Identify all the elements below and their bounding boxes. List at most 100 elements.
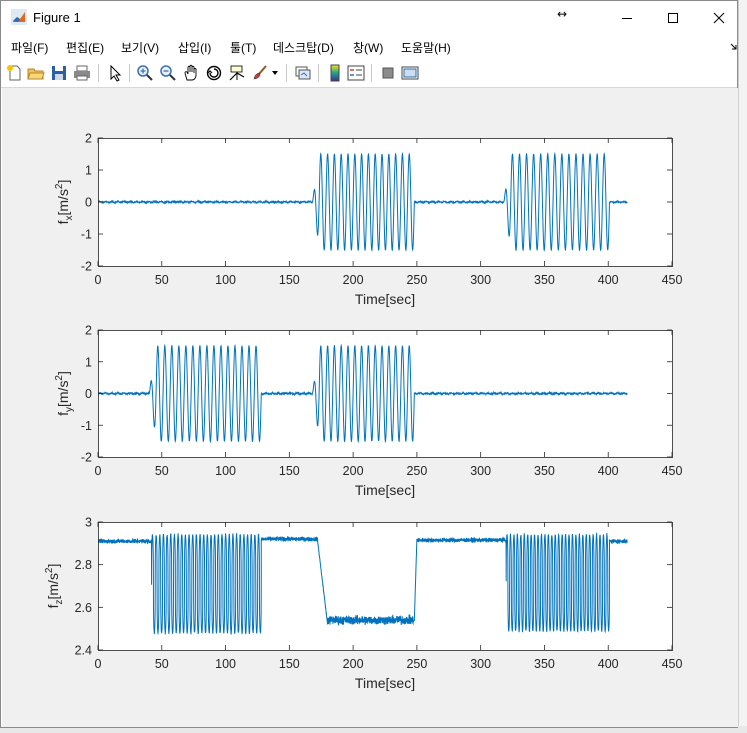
brush-icon[interactable]	[251, 64, 269, 82]
y-tick-label: 2.8	[75, 558, 92, 572]
x-tick-label: 50	[155, 657, 169, 671]
y-tick-label: 2.4	[75, 644, 92, 658]
x-tick-label: 100	[215, 464, 236, 478]
menu-help[interactable]: 도움말(H)	[401, 39, 451, 56]
y-tick-label: 1	[85, 355, 92, 369]
x-axis-label: Time[sec]	[355, 675, 415, 691]
x-tick-label: 400	[598, 657, 619, 671]
toolbar-separator	[98, 64, 99, 82]
brush-dropdown-icon[interactable]	[272, 71, 278, 76]
menu-view[interactable]: 보기(V)	[121, 39, 159, 56]
y-tick-label: -2	[81, 451, 92, 465]
menu-file[interactable]: 파일(F)	[11, 39, 48, 56]
x-tick-label: 200	[343, 464, 364, 478]
subplot-1[interactable]: 0 50 100 150 200 250 300 350 400 450 2 1 0 -1 -2 Time[s…	[54, 132, 682, 308]
y-tick-label: 2.6	[75, 601, 92, 615]
x-tick-label: 50	[155, 464, 169, 478]
x-tick-label: 300	[470, 657, 491, 671]
rotate-3d-icon[interactable]	[205, 64, 223, 82]
y-tick-label: 0	[85, 196, 92, 210]
dock-arrow-icon[interactable]	[730, 43, 738, 51]
x-tick-label: 250	[406, 657, 427, 671]
x-tick-label: 100	[215, 273, 236, 287]
maximize-button[interactable]	[650, 1, 696, 35]
close-icon	[713, 12, 725, 24]
background-desktop	[738, 0, 747, 733]
close-button[interactable]	[696, 1, 742, 35]
menu-desktop[interactable]: 데스크탑(D)	[273, 39, 334, 56]
x-tick-label: 150	[279, 273, 300, 287]
new-figure-icon[interactable]	[6, 64, 24, 82]
x-tick-label: 450	[662, 464, 683, 478]
y-axis-label: fz[m/s2]	[44, 564, 65, 609]
colorbar-icon[interactable]	[326, 64, 344, 82]
x-tick-label: 0	[95, 464, 102, 478]
y-tick-label: 2	[85, 132, 92, 146]
pan-hand-icon[interactable]	[182, 64, 200, 82]
x-tick-label: 450	[662, 657, 683, 671]
y-tick-label: -1	[81, 419, 92, 433]
menu-bar: 파일(F) 편집(E) 보기(V) 삽입(I) 툴(T) 데스크탑(D) 창(W…	[1, 35, 737, 59]
x-tick-label: 350	[534, 657, 555, 671]
plots-svg: 0 50 100 150 200 250 300 350 400 450210-1-2Time[s…	[44, 132, 682, 692]
minimize-button[interactable]	[604, 1, 650, 35]
open-file-icon[interactable]	[27, 64, 45, 82]
x-tick-label: 400	[598, 464, 619, 478]
y-tick-label: 0	[85, 387, 92, 401]
menu-window[interactable]: 창(W)	[353, 39, 383, 56]
window-title: Figure 1	[33, 10, 81, 25]
link-plot-icon[interactable]	[294, 64, 312, 82]
menu-edit[interactable]: 편집(E)	[66, 39, 104, 56]
menu-insert[interactable]: 삽입(I)	[178, 39, 211, 56]
zoom-out-icon[interactable]	[159, 64, 177, 82]
select-arrow-icon[interactable]	[106, 64, 124, 82]
toolbar-separator	[318, 64, 319, 82]
toolbar-separator	[371, 64, 372, 82]
figure-canvas: 0 50 100 150 200 250 300 350 400 450 2 1 0 -1 -2 Time[s…	[2, 88, 738, 727]
toolbar	[1, 59, 737, 88]
x-tick-label: 250	[406, 464, 427, 478]
show-plot-tools-icon[interactable]	[401, 64, 419, 82]
figure-window: Figure 1 ↔ 파일(F) 편집(E) 보기(V) 삽입(I) 툴(T) …	[0, 0, 738, 728]
x-tick-label: 100	[215, 657, 236, 671]
x-tick-label: 300	[470, 273, 491, 287]
x-tick-label: 0	[95, 273, 102, 287]
matlab-logo-icon	[11, 9, 27, 25]
toolbar-separator	[286, 64, 287, 82]
minimize-icon	[622, 18, 632, 19]
y-tick-label: 2	[85, 324, 92, 338]
resize-cursor-icon: ↔	[557, 7, 568, 21]
subplot-2[interactable]: 0 50 100 150 200 250 300 350 400 450 2 1 0 -1 -2 Time[s…	[54, 324, 682, 499]
x-tick-label: 0	[95, 657, 102, 671]
x-tick-label: 150	[279, 657, 300, 671]
menu-tools[interactable]: 툴(T)	[230, 39, 256, 56]
x-tick-label: 350	[534, 273, 555, 287]
y-tick-label: -1	[81, 228, 92, 242]
x-axis-label: Time[sec]	[355, 482, 415, 498]
x-axis-label: Time[sec]	[355, 291, 415, 307]
y-axis-label: fy[m/s2]	[54, 371, 75, 416]
save-icon[interactable]	[50, 64, 68, 82]
x-tick-label: 450	[662, 273, 683, 287]
x-tick-label: 150	[279, 464, 300, 478]
print-icon[interactable]	[73, 64, 91, 82]
x-tick-label: 200	[343, 657, 364, 671]
x-tick-label: 400	[598, 273, 619, 287]
data-cursor-icon[interactable]	[228, 64, 246, 82]
maximize-icon	[668, 13, 678, 23]
legend-icon[interactable]	[347, 64, 365, 82]
zoom-in-icon[interactable]	[136, 64, 154, 82]
x-tick-label: 200	[343, 273, 364, 287]
title-bar[interactable]: Figure 1 ↔	[1, 1, 737, 35]
subplot-3[interactable]: 0 50 100 150 200 250 300 350 400 450 3 2.8 2.6 2.4 Tim…	[44, 516, 682, 692]
y-tick-label: -2	[81, 260, 92, 274]
x-tick-label: 300	[470, 464, 491, 478]
y-tick-label: 1	[85, 164, 92, 178]
x-tick-label: 350	[534, 464, 555, 478]
y-tick-label: 3	[85, 516, 92, 530]
y-axis-label: fx[m/s2]	[54, 180, 75, 225]
hide-plot-tools-icon[interactable]	[379, 64, 397, 82]
x-tick-label: 50	[155, 273, 169, 287]
toolbar-separator	[129, 64, 130, 82]
x-tick-label: 250	[406, 273, 427, 287]
